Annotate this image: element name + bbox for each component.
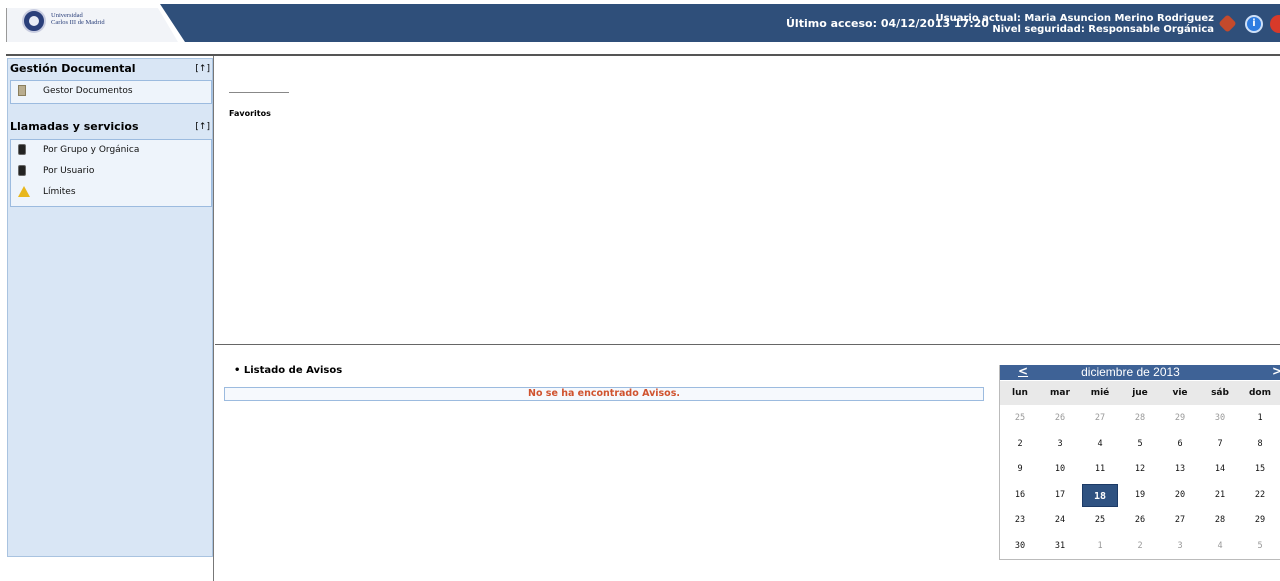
- weekday-label: vie: [1172, 388, 1188, 398]
- calendar-day[interactable]: 6: [1160, 432, 1200, 458]
- weekday-label: sáb: [1211, 388, 1229, 398]
- calendar-day[interactable]: 26: [1120, 508, 1160, 534]
- sidebar-item-label: Gestor Documentos: [43, 86, 133, 96]
- logo-line-1: Universidad: [51, 12, 83, 19]
- app-header: Universidad Carlos III de Madrid Último …: [0, 0, 1280, 43]
- sidebar-item-label: Límites: [43, 187, 76, 197]
- calendar-day[interactable]: 3: [1160, 534, 1200, 560]
- notices-empty-message: No se ha encontrado Avisos.: [224, 387, 984, 401]
- section-title: Llamadas y servicios: [10, 120, 139, 133]
- calendar-day[interactable]: 19: [1120, 483, 1160, 509]
- calendar-day[interactable]: 25: [1080, 508, 1120, 534]
- phone-icon: [18, 144, 26, 155]
- calendar-month-title: diciembre de 2013: [1081, 365, 1180, 379]
- section-items-box: Gestor Documentos: [10, 80, 212, 104]
- calendar-day[interactable]: 30: [1000, 534, 1040, 560]
- calendar-day[interactable]: 4: [1200, 534, 1240, 560]
- calendar: diciembre de 2013 < > lun mar mié jue vi…: [999, 364, 1280, 560]
- calendar-next-button[interactable]: >: [1272, 364, 1280, 378]
- header-divider: [6, 54, 1280, 56]
- calendar-grid: 25 26 27 28 29 30 1 2 3 4 5 6 7 8 9 10 11 12 13 14 15 16 17 18 1…: [1000, 406, 1280, 559]
- info-icon[interactable]: i: [1245, 15, 1263, 33]
- weekday-label: dom: [1248, 388, 1271, 398]
- calendar-day[interactable]: 13: [1160, 457, 1200, 483]
- calendar-day[interactable]: 31: [1040, 534, 1080, 560]
- favorites-divider: [229, 92, 289, 93]
- calendar-day[interactable]: 23: [1000, 508, 1040, 534]
- calendar-header: diciembre de 2013 < >: [1000, 364, 1280, 380]
- calendar-weekdays: lun mar mié jue vie sáb dom: [1000, 381, 1280, 405]
- section-gestion-documental[interactable]: Gestión Documental [↑]: [10, 61, 210, 77]
- calendar-day[interactable]: 24: [1040, 508, 1080, 534]
- calendar-day[interactable]: 29: [1240, 508, 1280, 534]
- sidebar-item-gestor-documentos[interactable]: Gestor Documentos: [11, 81, 211, 102]
- calendar-day[interactable]: 14: [1200, 457, 1240, 483]
- sidebar-item-por-usuario[interactable]: Por Usuario: [11, 161, 211, 182]
- notices-title: • Listado de Avisos: [234, 365, 343, 376]
- calendar-day[interactable]: 16: [1000, 483, 1040, 509]
- calendar-day[interactable]: 20: [1160, 483, 1200, 509]
- calendar-day[interactable]: 8: [1240, 432, 1280, 458]
- security-level: Nivel seguridad: Responsable Orgánica: [992, 24, 1214, 35]
- university-logo-icon: [22, 9, 46, 33]
- phone-icon: [18, 165, 26, 176]
- calendar-day[interactable]: 2: [1000, 432, 1040, 458]
- calendar-day[interactable]: 22: [1240, 483, 1280, 509]
- calendar-day[interactable]: 27: [1080, 406, 1120, 432]
- sidebar-item-label: Por Grupo y Orgánica: [43, 145, 140, 155]
- content-divider: [215, 344, 1280, 345]
- calendar-day[interactable]: 11: [1080, 457, 1120, 483]
- user-info: Usuario actual: Maria Asuncion Merino Ro…: [936, 13, 1214, 35]
- weekday-label: lun: [1012, 388, 1028, 398]
- section-items-box: Por Grupo y Orgánica Por Usuario Límites: [10, 139, 212, 207]
- sidebar-item-limites[interactable]: Límites: [11, 182, 211, 203]
- sidebar-item-por-grupo-organica[interactable]: Por Grupo y Orgánica: [11, 140, 211, 161]
- section-llamadas-servicios[interactable]: Llamadas y servicios [↑]: [10, 119, 210, 135]
- collapse-toggle[interactable]: [↑]: [195, 61, 210, 77]
- calendar-prev-button[interactable]: <: [1018, 364, 1028, 378]
- university-name: Universidad Carlos III de Madrid: [51, 12, 105, 26]
- section-title: Gestión Documental: [10, 62, 136, 75]
- calendar-day[interactable]: 17: [1040, 483, 1080, 509]
- warning-icon: [18, 186, 30, 197]
- calendar-day[interactable]: 7: [1200, 432, 1240, 458]
- weekday-label: mié: [1090, 388, 1110, 398]
- current-user: Usuario actual: Maria Asuncion Merino Ro…: [935, 13, 1214, 24]
- calendar-day-selected[interactable]: 18: [1082, 483, 1118, 507]
- calendar-day[interactable]: 25: [1000, 406, 1040, 432]
- calendar-day[interactable]: 10: [1040, 457, 1080, 483]
- calendar-day[interactable]: 28: [1200, 508, 1240, 534]
- main-left-border: [213, 56, 214, 581]
- favorites-title: Favoritos: [229, 109, 271, 118]
- collapse-toggle[interactable]: [↑]: [195, 119, 210, 135]
- calendar-day[interactable]: 29: [1160, 406, 1200, 432]
- calendar-day[interactable]: 5: [1240, 534, 1280, 560]
- calendar-day[interactable]: 2: [1120, 534, 1160, 560]
- calendar-day[interactable]: 5: [1120, 432, 1160, 458]
- calendar-day[interactable]: 4: [1080, 432, 1120, 458]
- sidebar: Gestión Documental [↑] Gestor Documentos…: [7, 58, 213, 557]
- calendar-day[interactable]: 1: [1240, 406, 1280, 432]
- calendar-day[interactable]: 3: [1040, 432, 1080, 458]
- logo-line-2: Carlos III de Madrid: [51, 19, 105, 26]
- weekday-label: mar: [1050, 388, 1070, 398]
- weekday-label: jue: [1132, 388, 1148, 398]
- calendar-day[interactable]: 9: [1000, 457, 1040, 483]
- calendar-day[interactable]: 21: [1200, 483, 1240, 509]
- calendar-day[interactable]: 15: [1240, 457, 1280, 483]
- calendar-day[interactable]: 26: [1040, 406, 1080, 432]
- calendar-day[interactable]: 1: [1080, 534, 1120, 560]
- calendar-day[interactable]: 27: [1160, 508, 1200, 534]
- calendar-day[interactable]: 28: [1120, 406, 1160, 432]
- document-icon: [18, 85, 26, 96]
- calendar-day[interactable]: 12: [1120, 457, 1160, 483]
- sidebar-item-label: Por Usuario: [43, 166, 95, 176]
- calendar-day[interactable]: 30: [1200, 406, 1240, 432]
